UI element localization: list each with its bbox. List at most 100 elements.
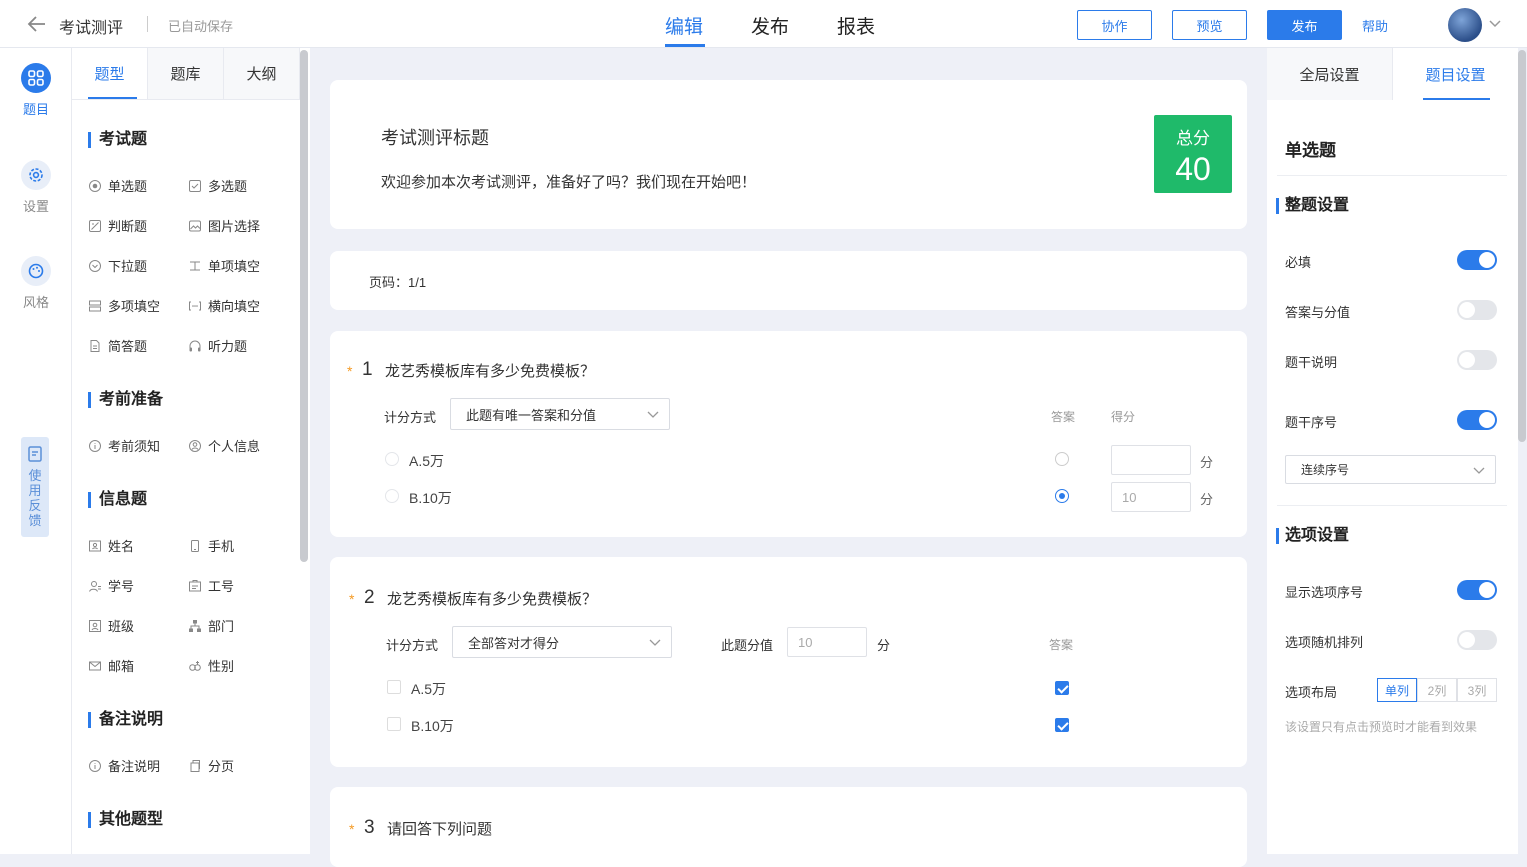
tab-report[interactable]: 报表 xyxy=(837,12,875,39)
right-panel-scrollbar[interactable] xyxy=(1518,50,1526,442)
option-label[interactable]: B.10万 xyxy=(409,488,452,508)
answer-checkbox[interactable] xyxy=(1055,681,1069,695)
qtype-student-id[interactable]: 学号 xyxy=(88,576,134,595)
qtype-email[interactable]: 邮箱 xyxy=(88,656,134,675)
qtype-class[interactable]: 班级 xyxy=(88,616,134,635)
qtype-image-choice[interactable]: 图片选择 xyxy=(188,216,260,235)
left-rail: 题目 设置 风格 使用反馈 xyxy=(0,48,72,854)
info-icon xyxy=(89,759,101,772)
layout-two-columns[interactable]: 2列 xyxy=(1417,678,1457,702)
id-card-icon xyxy=(89,540,101,551)
qtype-single-blank[interactable]: 单项填空 xyxy=(188,256,260,275)
edit-note-icon xyxy=(28,446,42,462)
feedback-label: 使用反馈 xyxy=(28,468,42,528)
option-label[interactable]: B.10万 xyxy=(411,716,454,736)
page-card[interactable]: 页码：1/1 xyxy=(330,251,1247,310)
qtype-employee-id[interactable]: 工号 xyxy=(188,576,234,595)
back-arrow-icon[interactable] xyxy=(26,13,48,35)
dropdown-icon xyxy=(89,259,101,272)
question-card-2[interactable]: * 2 龙艺秀模板库有多少免费模板？ 计分方式 全部答对才得分 此题分值 10 … xyxy=(330,557,1247,767)
question-card-3[interactable]: * 3 请回答下列问题 xyxy=(330,787,1247,867)
qtype-personal-info[interactable]: 个人信息 xyxy=(188,436,260,455)
option-label[interactable]: A.5万 xyxy=(411,679,446,699)
tab-global-settings[interactable]: 全局设置 xyxy=(1267,48,1393,100)
tab-question-settings[interactable]: 题目设置 xyxy=(1393,48,1518,100)
qtype-true-false[interactable]: 判断题 xyxy=(88,216,147,235)
question-score-label: 此题分值 xyxy=(721,638,774,653)
survey-header-card[interactable]: 考试测评标题 欢迎参加本次考试测评，准备好了吗？我们现在开始吧！ 总分 40 xyxy=(330,80,1247,229)
layout-three-columns[interactable]: 3列 xyxy=(1457,678,1497,702)
grid-icon xyxy=(21,63,51,93)
option-score-input[interactable]: 10 xyxy=(1111,482,1191,512)
question-card-1[interactable]: * 1 龙艺秀模板库有多少免费模板？ 计分方式 此题有唯一答案和分值 答案 得分… xyxy=(330,331,1247,537)
qtype-multi-blank[interactable]: 多项填空 xyxy=(88,296,160,315)
layout-single-column[interactable]: 单列 xyxy=(1377,678,1417,702)
score-mode-select[interactable]: 此题有唯一答案和分值 xyxy=(450,398,670,430)
qtype-multi-choice[interactable]: 多选题 xyxy=(188,176,247,195)
option-score-input[interactable] xyxy=(1111,445,1191,475)
question-title[interactable]: 请回答下列问题 xyxy=(387,818,492,839)
document-title[interactable]: 考试测评 xyxy=(59,14,123,38)
required-toggle[interactable] xyxy=(1457,250,1497,270)
tab-outline[interactable]: 大纲 xyxy=(224,48,300,99)
option-radio[interactable] xyxy=(385,489,399,503)
question-type-heading: 单选题 xyxy=(1285,141,1336,160)
option-checkbox[interactable] xyxy=(387,680,401,694)
avatar[interactable] xyxy=(1448,8,1482,42)
qtype-department[interactable]: 部门 xyxy=(188,616,234,635)
random-option-toggle[interactable] xyxy=(1457,630,1497,650)
radio-icon xyxy=(89,179,101,192)
tab-question-types[interactable]: 题型 xyxy=(72,48,148,99)
rail-label: 风格 xyxy=(22,295,49,310)
answer-radio[interactable] xyxy=(1055,489,1069,503)
feedback-button[interactable]: 使用反馈 xyxy=(21,437,49,537)
qtype-phone[interactable]: 手机 xyxy=(188,536,234,555)
survey-description[interactable]: 欢迎参加本次考试测评，准备好了吗？我们现在开始吧！ xyxy=(381,171,756,192)
tab-edit[interactable]: 编辑 xyxy=(665,12,703,39)
rail-item-questions[interactable]: 题目 xyxy=(0,63,72,118)
section-prep: 考前准备 xyxy=(88,392,163,408)
qtype-short-answer[interactable]: 简答题 xyxy=(88,336,147,355)
left-panel-scrollbar[interactable] xyxy=(300,50,308,562)
rail-item-settings[interactable]: 设置 xyxy=(0,160,72,215)
rail-item-style[interactable]: 风格 xyxy=(0,256,72,311)
option-label[interactable]: A.5万 xyxy=(409,451,444,471)
question-type-panel: 题型 题库 大纲 考试题 单选题 多选题 判断题 图片选择 下拉题 单项填空 多… xyxy=(72,48,310,854)
settings-tabs: 全局设置 题目设置 xyxy=(1267,48,1518,100)
qtype-horizontal-blank[interactable]: 横向填空 xyxy=(188,296,260,315)
qtype-single-choice[interactable]: 单选题 xyxy=(88,176,147,195)
preview-button[interactable]: 预览 xyxy=(1172,10,1247,40)
answer-radio[interactable] xyxy=(1055,452,1069,466)
qtype-pagination[interactable]: 分页 xyxy=(188,756,234,775)
option-radio[interactable] xyxy=(385,452,399,466)
question-title[interactable]: 龙艺秀模板库有多少免费模板？ xyxy=(387,588,597,609)
question-score-input[interactable]: 10 xyxy=(787,627,867,657)
show-option-number-toggle[interactable] xyxy=(1457,580,1497,600)
help-link[interactable]: 帮助 xyxy=(1362,16,1388,35)
preview-hint: 该设置只有点击预览时才能看到效果 xyxy=(1285,720,1478,734)
qtype-notice[interactable]: 考前须知 xyxy=(88,436,160,455)
qtype-dropdown[interactable]: 下拉题 xyxy=(88,256,147,275)
qtype-note[interactable]: 备注说明 xyxy=(88,756,160,775)
divider xyxy=(147,16,148,32)
question-title[interactable]: 龙艺秀模板库有多少免费模板？ xyxy=(385,360,595,381)
qtype-listening[interactable]: 听力题 xyxy=(188,336,247,355)
tab-question-bank[interactable]: 题库 xyxy=(148,48,224,99)
score-mode-select[interactable]: 全部答对才得分 xyxy=(452,626,672,658)
user-circle-icon xyxy=(189,439,201,452)
qtype-gender[interactable]: 性别 xyxy=(188,656,234,675)
text-cursor-icon xyxy=(190,261,200,270)
judge-icon xyxy=(89,219,101,232)
stem-desc-toggle[interactable] xyxy=(1457,350,1497,370)
survey-title[interactable]: 考试测评标题 xyxy=(381,124,489,150)
publish-button[interactable]: 发布 xyxy=(1267,10,1342,40)
numbering-mode-select[interactable]: 连续序号 xyxy=(1285,455,1496,484)
answer-score-toggle[interactable] xyxy=(1457,300,1497,320)
stem-number-toggle[interactable] xyxy=(1457,410,1497,430)
answer-checkbox[interactable] xyxy=(1055,718,1069,732)
qtype-name[interactable]: 姓名 xyxy=(88,536,134,555)
chevron-down-icon[interactable] xyxy=(1489,18,1501,28)
tab-publish[interactable]: 发布 xyxy=(751,12,789,39)
collab-button[interactable]: 协作 xyxy=(1077,10,1152,40)
option-checkbox[interactable] xyxy=(387,717,401,731)
